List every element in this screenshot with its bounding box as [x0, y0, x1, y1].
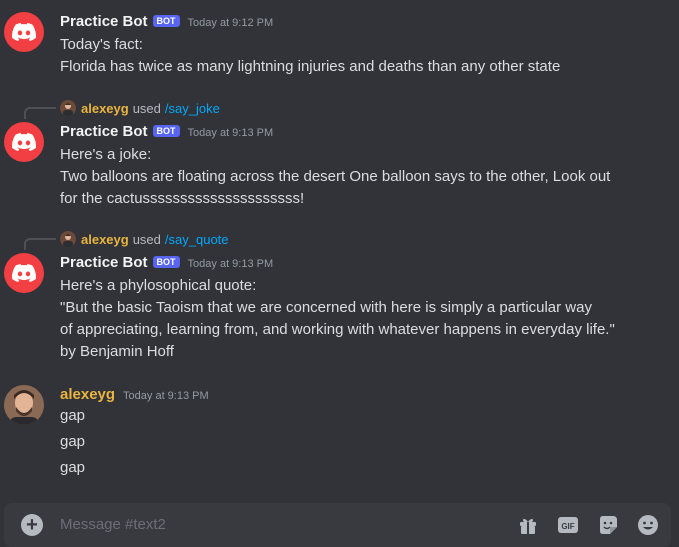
author-name[interactable]: Practice Bot	[60, 13, 148, 30]
reply-context[interactable]: alexeyg used /say_quote	[60, 231, 229, 247]
message-header: alexeyg Today at 9:13 PM	[60, 386, 209, 403]
reply-username[interactable]: alexeyg	[81, 232, 129, 247]
message-line: Here's a joke:	[60, 146, 152, 163]
reply-verb: used	[132, 100, 161, 116]
message-line: of appreciating, learning from, and work…	[60, 321, 615, 338]
emoji-button[interactable]	[637, 514, 659, 536]
reply-avatar	[60, 231, 76, 247]
message-composer: + Message #text2 GIF	[4, 503, 671, 547]
message-line: for the cactusssssssssssssssssssss!	[60, 190, 305, 207]
reply-command[interactable]: /say_quote	[165, 232, 229, 247]
author-name[interactable]: Practice Bot	[60, 123, 148, 140]
discord-logo-icon	[12, 264, 36, 282]
timestamp[interactable]: Today at 9:13 PM	[188, 127, 274, 139]
bot-badge: BOT	[152, 125, 180, 137]
bot-badge: BOT	[152, 15, 180, 27]
discord-logo-icon	[12, 133, 36, 151]
gif-icon: GIF	[558, 517, 578, 533]
reply-command[interactable]: /say_joke	[165, 101, 220, 116]
message-header: Practice Bot BOT Today at 9:13 PM	[60, 254, 273, 271]
message-line: Today's fact:	[60, 36, 143, 53]
bot-badge: BOT	[152, 256, 180, 268]
reply-context[interactable]: alexeyg used /say_joke	[60, 100, 220, 116]
message-line: by Benjamin Hoff	[60, 343, 174, 360]
sticker-icon	[600, 516, 617, 534]
bot-avatar[interactable]	[4, 122, 44, 162]
message-line: gap	[60, 407, 86, 424]
message-list: Practice Bot BOT Today at 9:12 PM Today's …	[0, 0, 679, 500]
sticker-button[interactable]	[597, 514, 619, 536]
author-name[interactable]: Practice Bot	[60, 254, 148, 271]
message-line: gap	[60, 459, 86, 476]
message-line: "But the basic Taoism that we are concer…	[60, 299, 592, 316]
message-header: Practice Bot BOT Today at 9:13 PM	[60, 123, 273, 140]
timestamp[interactable]: Today at 9:13 PM	[188, 258, 274, 270]
message-line: Florida has twice as many lightning inju…	[60, 58, 561, 75]
gift-icon	[520, 518, 536, 534]
message-line: Here's a phylosophical quote:	[60, 277, 257, 294]
reply-verb: used	[132, 231, 161, 247]
svg-text:GIF: GIF	[561, 522, 574, 531]
user-avatar[interactable]	[4, 385, 44, 425]
emoji-icon	[638, 515, 658, 535]
add-attachment-button[interactable]: +	[21, 514, 43, 536]
bot-avatar[interactable]	[4, 253, 44, 293]
message-header: Practice Bot BOT Today at 9:12 PM	[60, 13, 273, 30]
author-name[interactable]: alexeyg	[60, 386, 115, 403]
user-photo-avatar	[4, 385, 44, 425]
discord-logo-icon	[12, 23, 36, 41]
reply-avatar	[60, 100, 76, 116]
message-line: Two balloons are floating across the des…	[60, 168, 611, 185]
gift-button[interactable]	[517, 514, 539, 536]
bot-avatar[interactable]	[4, 12, 44, 52]
message-input[interactable]: Message #text2	[60, 516, 166, 533]
reply-username[interactable]: alexeyg	[81, 101, 129, 116]
timestamp[interactable]: Today at 9:12 PM	[188, 17, 274, 29]
message-line: gap	[60, 433, 86, 450]
reply-spine	[24, 238, 56, 250]
timestamp[interactable]: Today at 9:13 PM	[123, 390, 209, 402]
reply-spine	[24, 107, 56, 119]
gif-button[interactable]: GIF	[557, 514, 579, 536]
